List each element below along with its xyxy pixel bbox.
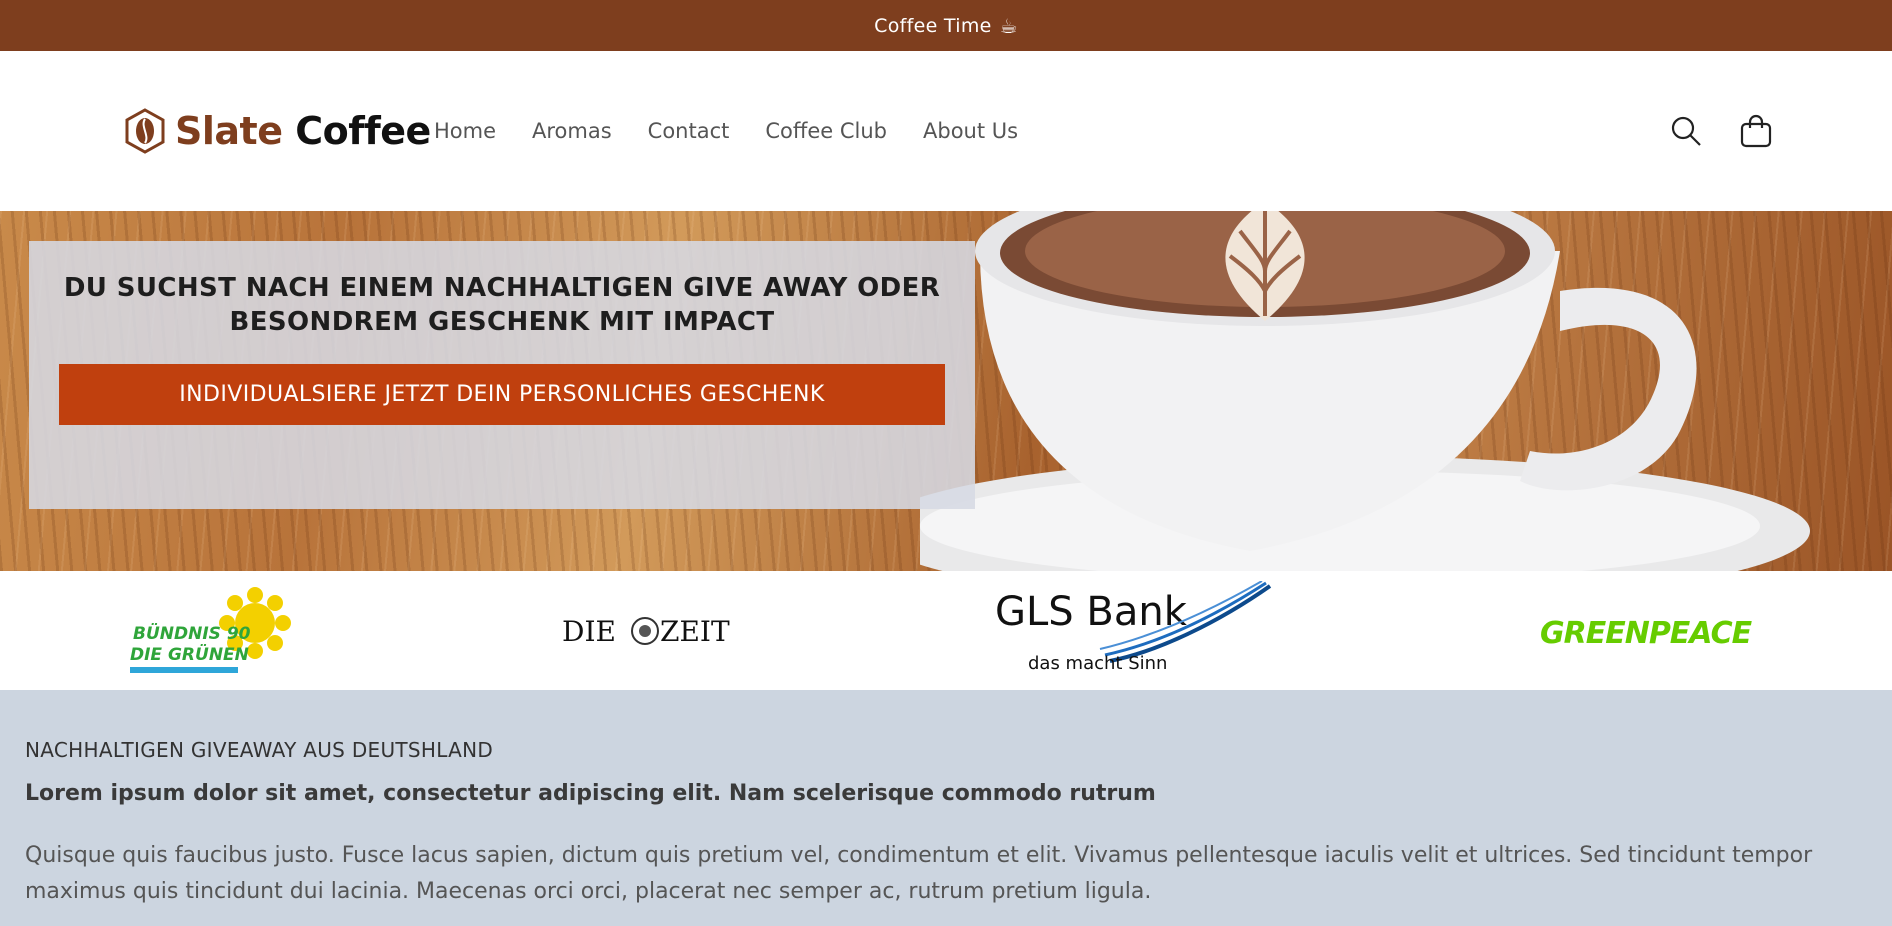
coffee-cup-icon: ☕ <box>999 13 1018 38</box>
section-eyebrow: NACHHALTIGEN GIVEAWAY AUS DEUTSHLAND <box>25 738 494 762</box>
logo-wordmark: Slate Coffee <box>175 109 431 153</box>
hero-title-line-2: BESONDREM GESCHENK MIT IMPACT <box>229 307 775 337</box>
nav-aromas[interactable]: Aromas <box>532 119 612 143</box>
partner-gruene-logo: BÜNDNIS 90 DIE GRÜNEN <box>125 571 305 691</box>
site-header: Slate Coffee Home Aromas Contact Coffee … <box>0 51 1892 211</box>
gruene-line-2: DIE GRÜNEN <box>130 643 249 665</box>
cart-icon[interactable] <box>1738 113 1774 149</box>
search-icon[interactable] <box>1668 113 1704 149</box>
section-lead: Lorem ipsum dolor sit amet, consectetur … <box>25 781 1156 806</box>
gruene-line-1: BÜNDNIS 90 <box>133 622 251 644</box>
announcement-text: Coffee Time <box>874 14 992 37</box>
partner-greenpeace-logo: GREENPEACE <box>1535 571 1765 691</box>
nav-about-us[interactable]: About Us <box>923 119 1018 143</box>
zeit-right: ZEIT <box>660 615 730 648</box>
announcement-bar: Coffee Time ☕ <box>0 0 1892 51</box>
nav-home[interactable]: Home <box>434 119 496 143</box>
greenpeace-text: GREENPEACE <box>1540 616 1753 651</box>
gls-tagline: das macht Sinn <box>1028 653 1167 674</box>
zeit-left: DIE <box>562 615 616 648</box>
partner-gls-bank-logo: GLS Bank das macht Sinn <box>990 571 1280 691</box>
nav-contact[interactable]: Contact <box>648 119 730 143</box>
hero-title: DU SUCHST NACH EINEM NACHHALTIGEN GIVE A… <box>29 271 975 339</box>
gls-title: GLS Bank <box>995 589 1188 635</box>
partner-logos: BÜNDNIS 90 DIE GRÜNEN DIE ZEIT GLS Bank … <box>0 571 1892 691</box>
hero-banner: DU SUCHST NACH EINEM NACHHALTIGEN GIVE A… <box>0 211 1892 571</box>
giveaway-section: NACHHALTIGEN GIVEAWAY AUS DEUTSHLAND Lor… <box>0 690 1892 926</box>
coffee-bean-logo-icon <box>125 108 165 154</box>
logo-word-1: Slate <box>175 109 283 153</box>
section-body: Quisque quis faucibus justo. Fusce lacus… <box>25 838 1825 910</box>
header-icons <box>1668 113 1774 149</box>
body-line-2: maximus quis tincidunt dui lacinia. Maec… <box>25 879 1152 904</box>
hero-callout: DU SUCHST NACH EINEM NACHHALTIGEN GIVE A… <box>29 241 975 509</box>
coffee-cup-image <box>920 211 1810 571</box>
nav-coffee-club[interactable]: Coffee Club <box>765 119 887 143</box>
site-logo[interactable]: Slate Coffee <box>125 108 431 154</box>
main-nav: Home Aromas Contact Coffee Club About Us <box>434 119 1054 143</box>
partner-die-zeit-logo: DIE ZEIT <box>560 571 730 691</box>
logo-word-2: Coffee <box>295 109 431 153</box>
body-line-1: Quisque quis faucibus justo. Fusce lacus… <box>25 843 1813 868</box>
personalize-gift-button[interactable]: INDIVIDUALSIERE JETZT DEIN PERSONLICHES … <box>59 364 945 425</box>
hero-title-line-1: DU SUCHST NACH EINEM NACHHALTIGEN GIVE A… <box>63 273 941 303</box>
